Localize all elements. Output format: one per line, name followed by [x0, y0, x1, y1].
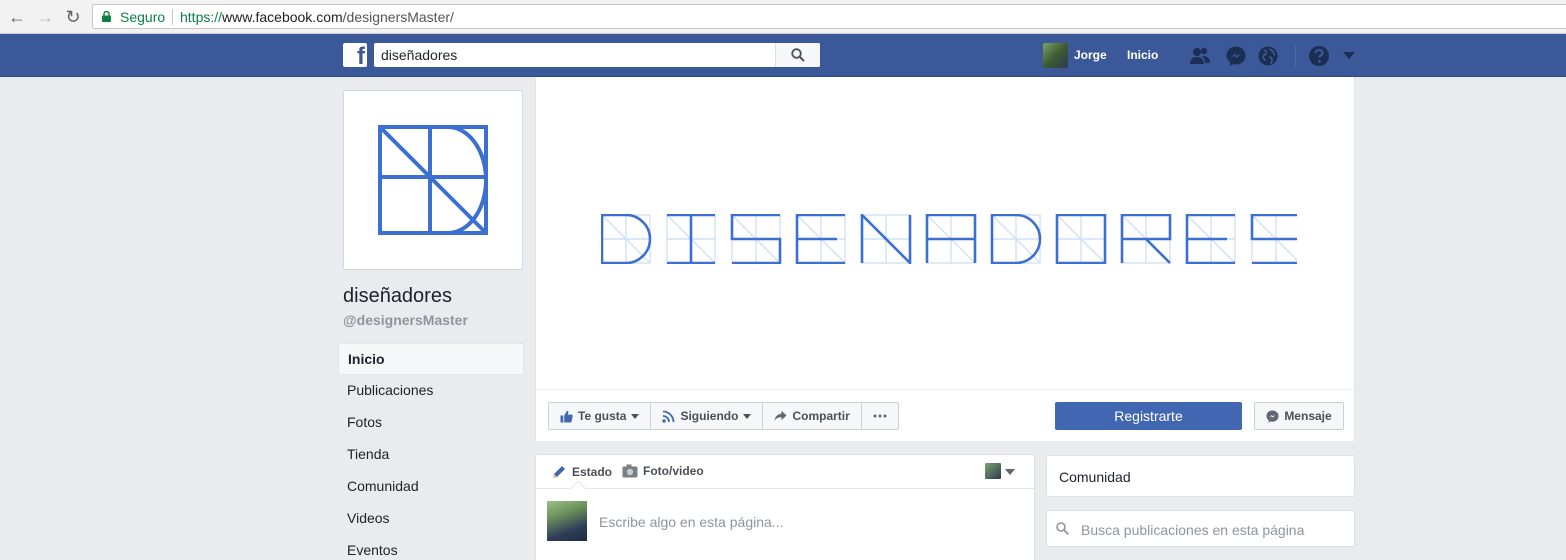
page-action-bar: Te gusta Siguiendo Compartir Registrarte…: [536, 389, 1354, 441]
browser-toolbar: ← → ↻ Seguro https://www.facebook.com/de…: [0, 0, 1566, 34]
page-post-search[interactable]: Busca publicaciones en esta página: [1046, 510, 1355, 547]
like-button[interactable]: Te gusta: [548, 402, 652, 430]
tab-photo-video[interactable]: Foto/video: [622, 464, 704, 478]
share-label: Compartir: [792, 409, 850, 423]
lock-icon: [102, 11, 111, 22]
composer-tabs: Estado Foto/video: [536, 455, 1034, 489]
tab-status-label: Estado: [572, 465, 613, 479]
globe-icon[interactable]: [1257, 45, 1279, 67]
camera-icon: [622, 464, 638, 478]
home-link[interactable]: Inicio: [1127, 48, 1158, 62]
address-separator: [172, 9, 173, 25]
page-logo: [378, 125, 488, 235]
following-caret-icon: [743, 413, 752, 419]
tab-status[interactable]: Estado: [551, 464, 612, 480]
nav-item-posts[interactable]: Publicaciones: [338, 375, 524, 407]
message-label: Mensaje: [1284, 409, 1332, 423]
cover-letter-guide-lines: [1056, 214, 1106, 264]
like-label: Te gusta: [578, 409, 627, 423]
address-bar[interactable]: Seguro https://www.facebook.com/designer…: [92, 4, 1566, 29]
avatar: [1043, 43, 1068, 68]
search-button[interactable]: [775, 43, 820, 67]
post-search-input[interactable]: Busca publicaciones en esta página: [1081, 522, 1304, 538]
url-text: https://www.facebook.com/designersMaster…: [180, 9, 454, 25]
url-scheme: https://: [180, 9, 223, 25]
page-title: diseñadores: [343, 285, 452, 307]
cover-photo[interactable]: Te gusta Siguiendo Compartir Registrarte…: [535, 77, 1355, 441]
avatar: [547, 501, 587, 541]
search-icon: [791, 48, 805, 62]
more-options-button[interactable]: [860, 402, 899, 430]
secure-label: Seguro: [120, 9, 166, 25]
share-arrow-icon: [774, 410, 787, 421]
url-path: /designersMaster/: [342, 9, 454, 25]
facebook-header: f diseñadores Jorge Inicio: [0, 34, 1566, 77]
tab-photo-video-label: Foto/video: [643, 464, 704, 478]
nav-item-events[interactable]: Eventos: [338, 535, 524, 560]
nav-item-videos[interactable]: Videos: [338, 503, 524, 535]
post-as-caret-icon[interactable]: [1005, 469, 1015, 475]
message-button[interactable]: Mensaje: [1254, 402, 1344, 430]
following-label: Siguiendo: [680, 409, 739, 423]
like-caret-icon: [631, 413, 640, 419]
cover-logotype-art: [601, 214, 1297, 264]
share-button[interactable]: Compartir: [762, 402, 862, 430]
pencil-icon: [553, 466, 565, 478]
messenger-bubble-icon: [1266, 410, 1279, 422]
back-arrow-icon[interactable]: ←: [6, 6, 28, 28]
search-bar[interactable]: diseñadores: [374, 43, 820, 67]
nav-item-home[interactable]: Inicio: [338, 343, 524, 375]
search-input[interactable]: diseñadores: [381, 47, 457, 63]
forward-arrow-icon[interactable]: →: [34, 6, 56, 28]
nav-item-shop[interactable]: Tienda: [338, 439, 524, 471]
facebook-logo-icon[interactable]: f: [343, 43, 367, 67]
post-input[interactable]: Escribe algo en esta página...: [599, 514, 783, 530]
nav-item-photos[interactable]: Fotos: [338, 407, 524, 439]
register-button[interactable]: Registrarte: [1055, 402, 1242, 430]
thumbs-up-icon: [560, 410, 573, 422]
nav-item-community[interactable]: Comunidad: [338, 471, 524, 503]
post-as-avatar[interactable]: [985, 463, 1001, 479]
url-host: www.facebook.com: [222, 9, 343, 25]
messenger-icon[interactable]: [1225, 45, 1247, 67]
reload-icon[interactable]: ↻: [62, 6, 84, 28]
post-composer: Estado Foto/video Escribe algo en esta p…: [535, 454, 1035, 560]
header-divider: [1295, 45, 1296, 67]
community-widget-title[interactable]: Comunidad: [1046, 455, 1355, 497]
page-username[interactable]: @designersMaster: [343, 312, 468, 328]
account-menu-caret-icon[interactable]: [1343, 52, 1355, 59]
user-name: Jorge: [1074, 48, 1107, 62]
following-button[interactable]: Siguiendo: [650, 402, 764, 430]
search-icon: [1056, 522, 1069, 535]
friend-requests-icon[interactable]: [1189, 45, 1211, 67]
rss-icon: [662, 410, 675, 423]
help-icon[interactable]: [1308, 45, 1330, 67]
more-dots-icon: [873, 414, 887, 418]
page-nav: Inicio Publicaciones Fotos Tienda Comuni…: [338, 343, 524, 560]
page-profile-picture[interactable]: [343, 90, 523, 270]
page-action-buttons: Te gusta Siguiendo Compartir: [548, 402, 899, 430]
